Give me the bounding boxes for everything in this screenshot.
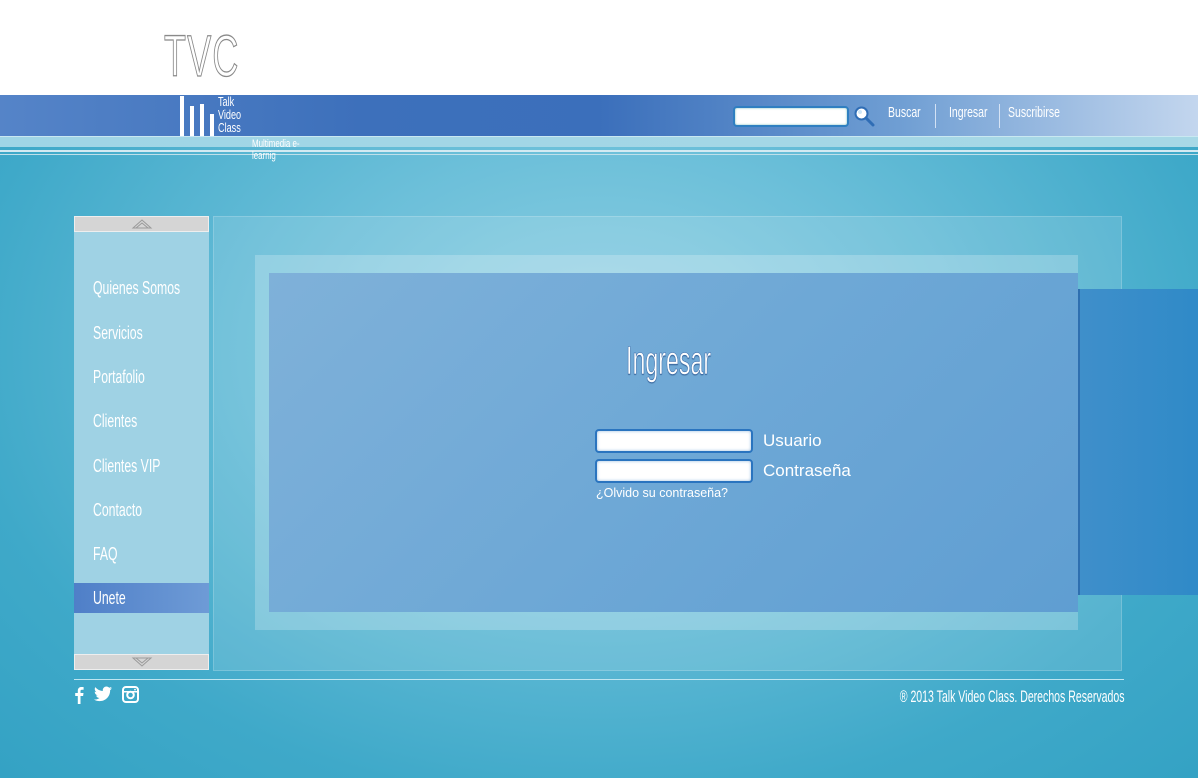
footer-divider (74, 679, 1124, 680)
chevron-up-icon (131, 219, 153, 229)
sidebar-item-label: Clientes VIP (93, 456, 161, 476)
nav-suscribirse[interactable]: Suscribirse (1008, 104, 1060, 121)
username-label: Usuario (763, 431, 822, 450)
copyright-text: ® 2013 Talk Video Class. Derechos Reserv… (899, 687, 1124, 706)
content-side-tab (1078, 289, 1198, 595)
logo-tagline: Multimedia e-learnig (252, 138, 300, 162)
nav-buscar[interactable]: Buscar (888, 104, 921, 121)
sidebar-item-quienes-somos[interactable]: Quienes Somos (74, 273, 209, 303)
sidebar-item-label: Clientes (93, 411, 138, 431)
password-label: Contraseña (763, 461, 851, 480)
nav-separator (935, 104, 936, 128)
facebook-icon[interactable] (74, 686, 84, 704)
forgot-password-link[interactable]: ¿Olvido su contraseña? (596, 486, 728, 500)
sidebar-item-label: Unete (93, 588, 126, 608)
logo-bars-icon (180, 96, 220, 136)
nav-ingresar[interactable]: Ingresar (949, 104, 988, 121)
sidebar-item-clientes[interactable]: Clientes (74, 406, 209, 436)
search-input[interactable] (733, 106, 849, 127)
header-divider-2 (0, 154, 1198, 155)
magnifier-icon[interactable] (853, 105, 875, 127)
menu-scroll-up-button[interactable] (74, 216, 209, 232)
sidebar-item-unete[interactable]: Unete (74, 583, 209, 613)
sidebar-item-label: Contacto (93, 500, 143, 520)
site-logo[interactable]: TVC Talk Video Class Multimedia e-learni… (160, 23, 340, 162)
sidebar-item-servicios[interactable]: Servicios (74, 318, 209, 348)
sidebar-item-label: Portafolio (93, 367, 145, 387)
logo-initials: TVC (164, 23, 240, 89)
sidebar-item-contacto[interactable]: Contacto (74, 495, 209, 525)
nav-separator (999, 104, 1000, 128)
menu-scroll-down-button[interactable] (74, 654, 209, 670)
logo-word-class: Class (218, 120, 241, 135)
logo-words: Talk Video Class (218, 95, 241, 134)
sidebar-item-label: Servicios (93, 323, 143, 343)
login-title: Ingresar (626, 339, 712, 384)
username-field[interactable] (595, 429, 753, 453)
sidebar-item-clientes-vip[interactable]: Clientes VIP (74, 451, 209, 481)
sidebar-item-label: FAQ (93, 544, 118, 564)
chevron-down-icon (131, 657, 153, 667)
sidebar-item-portafolio[interactable]: Portafolio (74, 362, 209, 392)
password-field[interactable] (595, 459, 753, 483)
instagram-icon[interactable] (122, 686, 139, 703)
sidebar-item-faq[interactable]: FAQ (74, 539, 209, 569)
twitter-icon[interactable] (94, 686, 112, 702)
sidebar-item-label: Quienes Somos (93, 278, 181, 298)
header-divider (0, 150, 1198, 152)
